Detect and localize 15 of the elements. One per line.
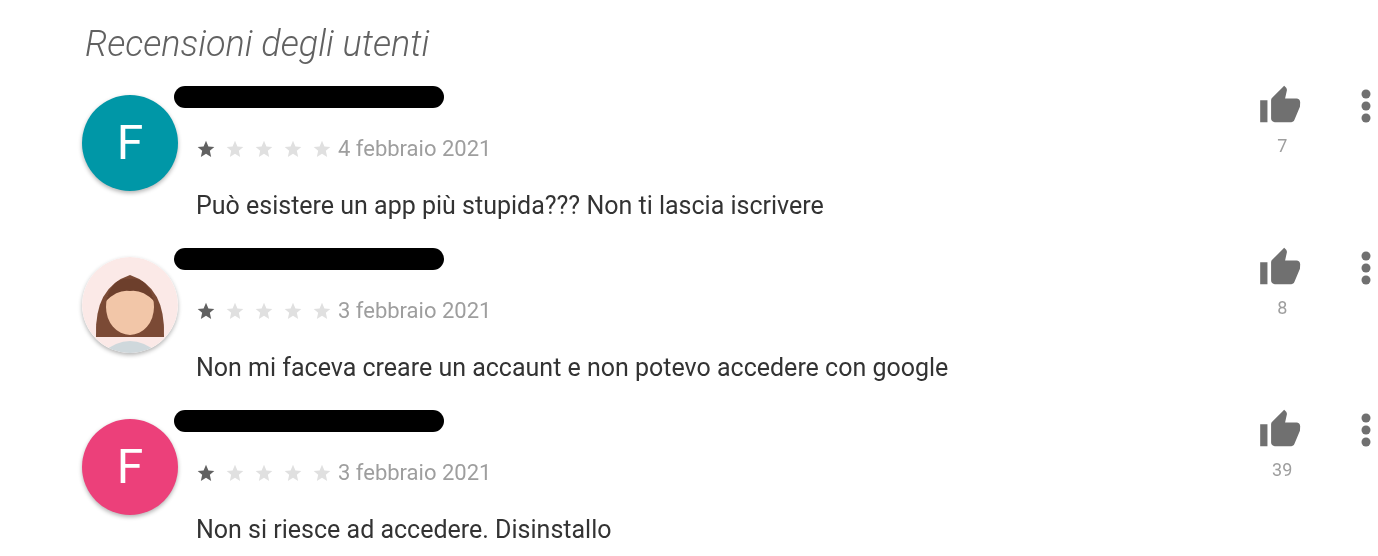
like-count: 8 bbox=[1277, 296, 1288, 320]
more-options-icon bbox=[1361, 413, 1372, 447]
like-count: 7 bbox=[1277, 134, 1288, 158]
like-count: 39 bbox=[1272, 458, 1293, 482]
review-date: 3 febbraio 2021 bbox=[338, 297, 492, 325]
review-date: 4 febbraio 2021 bbox=[338, 135, 492, 163]
more-options-icon bbox=[1361, 89, 1372, 123]
review-date: 3 febbraio 2021 bbox=[338, 459, 492, 487]
review-text: Non si riesce ad accedere. Disinstallo bbox=[196, 514, 613, 546]
avatar: F bbox=[82, 95, 178, 191]
review-text: Non mi faceva creare un accaunt e non potevo accedere con google bbox=[196, 352, 950, 384]
more-options-icon bbox=[1361, 251, 1372, 285]
avatar: F bbox=[82, 419, 178, 515]
review-text: Può esistere un app più stupida??? Non ti lascia iscrivere bbox=[196, 190, 825, 222]
section-title: Recensioni degli utenti bbox=[85, 22, 431, 67]
